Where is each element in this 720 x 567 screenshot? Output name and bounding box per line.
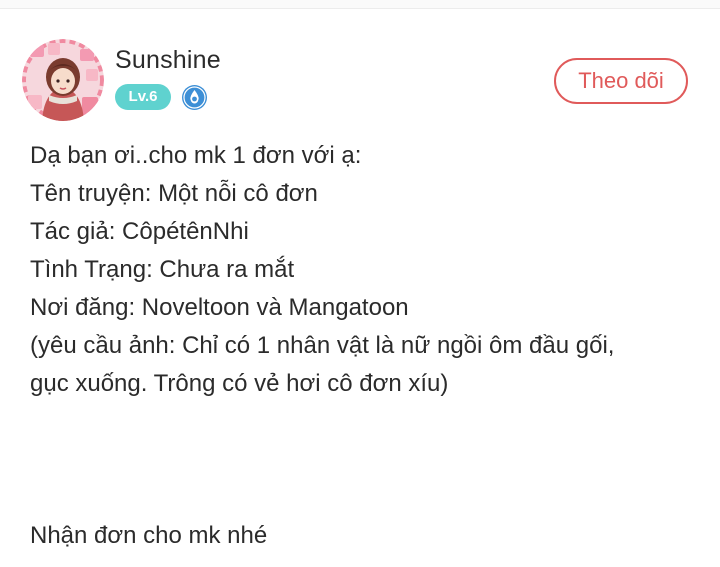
content-line: (yêu cầu ảnh: Chỉ có 1 nhân vật là nữ ng… [30,332,615,359]
level-text: Lv.6 [128,88,158,105]
top-divider [0,0,720,9]
avatar-illustration [22,39,104,121]
follow-button[interactable]: Theo dõi [554,58,688,104]
level-badge: Lv.6 [115,84,171,110]
content-line: Nơi đăng: Noveltoon và Mangatoon [30,294,409,321]
closing-line: Nhận đơn cho mk nhé [30,522,268,549]
content-line: Tên truyện: Một nỗi cô đơn [30,180,318,207]
content-line: gục xuống. Trông có vẻ hơi cô đơn xíu) [30,370,449,397]
content-line: Tác giả: CôpétênNhi [30,218,249,245]
avatar[interactable] [22,39,104,121]
author-name[interactable]: Sunshine [115,46,221,75]
post-content: Dạ bạn ơi..cho mk 1 đơn với ạ: Tên truyệ… [30,137,710,555]
content-line: Tình Trạng: Chưa ra mắt [30,256,295,283]
water-drop-badge-icon [181,84,208,111]
post-card: Sunshine Lv.6 Theo dõi Dạ bạn ơi..cho mk… [0,9,720,567]
content-line: Dạ bạn ơi..cho mk 1 đơn với ạ: [30,142,362,169]
